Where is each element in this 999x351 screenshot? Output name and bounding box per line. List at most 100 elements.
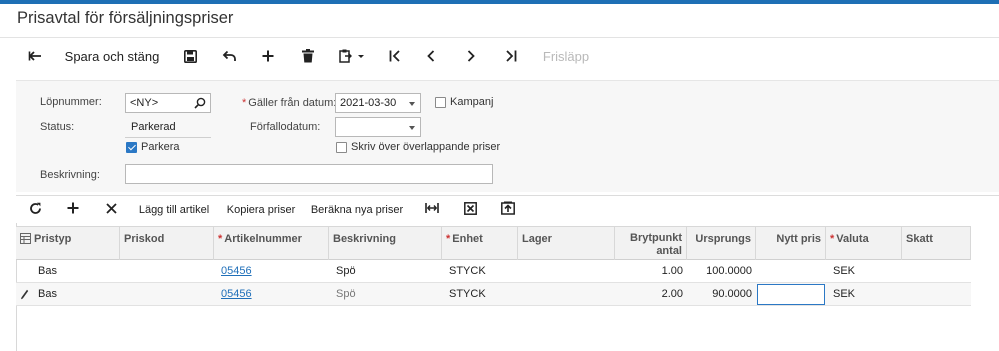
table-row[interactable]: Bas 05456 Spö STYCK 2.00 90.0000 SEK [16, 283, 971, 306]
cell-lager[interactable] [518, 260, 615, 282]
search-icon[interactable] [194, 97, 206, 112]
col-priskod-label: Priskod [124, 233, 165, 245]
trash-icon [302, 49, 314, 63]
kampanj-label: Kampanj [450, 96, 494, 108]
cell-skatt[interactable] [902, 260, 971, 282]
export-excel-button[interactable] [459, 196, 481, 223]
artikelnummer-link[interactable]: 05456 [221, 288, 252, 300]
status-value: Parkerad [131, 121, 176, 133]
beskrivning-field[interactable] [125, 164, 493, 184]
cell-valuta: SEK [833, 288, 856, 300]
cell-ursprungs: 100.0000 [706, 265, 752, 277]
undo-icon [222, 50, 236, 62]
col-valuta[interactable]: * Valuta [826, 227, 902, 260]
copy-paste-menu-button[interactable] [336, 42, 370, 70]
save-and-close-label: Spara och stäng [64, 48, 160, 64]
col-brytpunkt-line1: Brytpunkt [630, 232, 682, 244]
col-enhet[interactable]: * Enhet [442, 227, 518, 260]
add-article-label: Lägg till artikel [138, 203, 210, 216]
col-lager-label: Lager [522, 233, 552, 245]
excel-export-icon [463, 201, 477, 218]
add-row-button[interactable] [62, 196, 84, 223]
cell-priskod[interactable] [120, 283, 214, 305]
refresh-icon [29, 202, 42, 218]
cell-artikelnummer[interactable]: 05456 [217, 260, 329, 282]
add-button[interactable] [257, 42, 279, 70]
forfallodatum-field[interactable] [335, 117, 421, 137]
kampanj-checkbox[interactable] [435, 97, 446, 108]
col-ursprungs-label: Ursprungs [695, 233, 751, 245]
delete-button[interactable] [297, 42, 319, 70]
artikelnummer-link[interactable]: 05456 [221, 265, 252, 277]
galler-fran-label: * Gäller från datum: [242, 97, 336, 109]
col-pristyp[interactable]: Pristyp [16, 227, 120, 260]
cell-skatt[interactable] [902, 283, 971, 305]
release-label: Frisläpp [542, 48, 590, 64]
beskrivning-label: Beskrivning: [40, 169, 100, 181]
galler-fran-field[interactable]: 2021-03-30 [335, 93, 421, 113]
lopnummer-field[interactable]: <NY> [125, 93, 211, 113]
top-accent-bar [0, 0, 999, 4]
cell-nytt-pris[interactable] [756, 260, 826, 282]
calculate-prices-label: Beräkna nya priser [310, 203, 404, 216]
refresh-button[interactable] [24, 196, 46, 223]
upload-button[interactable] [497, 196, 519, 223]
col-ursprungs[interactable]: Ursprungs [687, 227, 756, 260]
save-button[interactable] [179, 42, 201, 70]
cell-valuta: SEK [833, 265, 856, 277]
last-record-icon [505, 50, 517, 62]
col-nytt-pris[interactable]: Nytt pris [756, 227, 826, 260]
column-settings-icon[interactable] [20, 233, 31, 247]
col-beskrivning[interactable]: Beskrivning [329, 227, 442, 260]
copy-prices-button[interactable]: Kopiera priser [222, 196, 300, 223]
page-title: Prisavtal för försäljningspriser [17, 9, 234, 27]
cell-lager[interactable] [518, 283, 615, 305]
galler-fran-text: Gäller från datum: [248, 97, 337, 109]
nytt-pris-input[interactable] [757, 284, 825, 305]
required-marker: * [218, 233, 223, 245]
calculate-prices-button[interactable]: Beräkna nya priser [309, 196, 405, 223]
chevron-down-icon [409, 126, 415, 130]
col-priskod[interactable]: Priskod [120, 227, 214, 260]
col-skatt[interactable]: Skatt [902, 227, 971, 260]
col-nytt-pris-label: Nytt pris [776, 233, 821, 245]
skriv-over-label: Skriv över överlappande priser [351, 141, 501, 153]
table-row[interactable]: Bas 05456 Spö STYCK 1.00 100.0000 SEK [16, 260, 971, 283]
skriv-over-checkbox[interactable] [336, 142, 347, 153]
first-record-button[interactable] [384, 42, 406, 70]
cell-pristyp: Bas [38, 265, 57, 277]
last-record-button[interactable] [500, 42, 522, 70]
clipboard-dropdown-icon [339, 49, 367, 63]
remove-row-button[interactable] [100, 196, 122, 223]
save-and-close-button[interactable]: Spara och stäng [60, 42, 164, 70]
col-lager[interactable]: Lager [518, 227, 615, 260]
cell-priskod[interactable] [120, 260, 214, 282]
cell-pristyp: Bas [38, 288, 57, 300]
cell-brytpunkt: 2.00 [661, 288, 683, 300]
add-article-button[interactable]: Lägg till artikel [136, 196, 212, 223]
undo-button[interactable] [218, 42, 240, 70]
col-artikelnummer[interactable]: * Artikelnummer [214, 227, 329, 260]
first-record-icon [389, 50, 401, 62]
previous-record-button[interactable] [420, 42, 442, 70]
parkera-checkbox[interactable] [126, 142, 137, 153]
close-icon [105, 202, 117, 217]
plus-icon [67, 202, 79, 217]
col-skatt-label: Skatt [906, 233, 933, 245]
cell-beskrivning: Spö [336, 288, 356, 300]
back-button[interactable] [24, 42, 46, 70]
fit-columns-button[interactable] [421, 196, 443, 223]
col-valuta-label: Valuta [836, 233, 869, 245]
col-beskrivning-label: Beskrivning [333, 233, 396, 245]
col-brytpunkt[interactable]: Brytpunkt antal [615, 227, 687, 260]
cell-artikelnummer[interactable]: 05456 [217, 283, 329, 305]
release-button[interactable]: Frisläpp [538, 42, 594, 70]
grid-toolbar: Lägg till artikel Kopiera priser Beräkna… [16, 195, 999, 223]
arrow-left-icon [28, 50, 42, 62]
cell-beskrivning: Spö [336, 265, 356, 277]
col-brytpunkt-line2: antal [656, 245, 682, 257]
next-record-button[interactable] [460, 42, 482, 70]
lopnummer-label: Löpnummer: [40, 96, 102, 108]
cell-enhet: STYCK [449, 288, 486, 300]
cell-ursprungs: 90.0000 [712, 288, 752, 300]
